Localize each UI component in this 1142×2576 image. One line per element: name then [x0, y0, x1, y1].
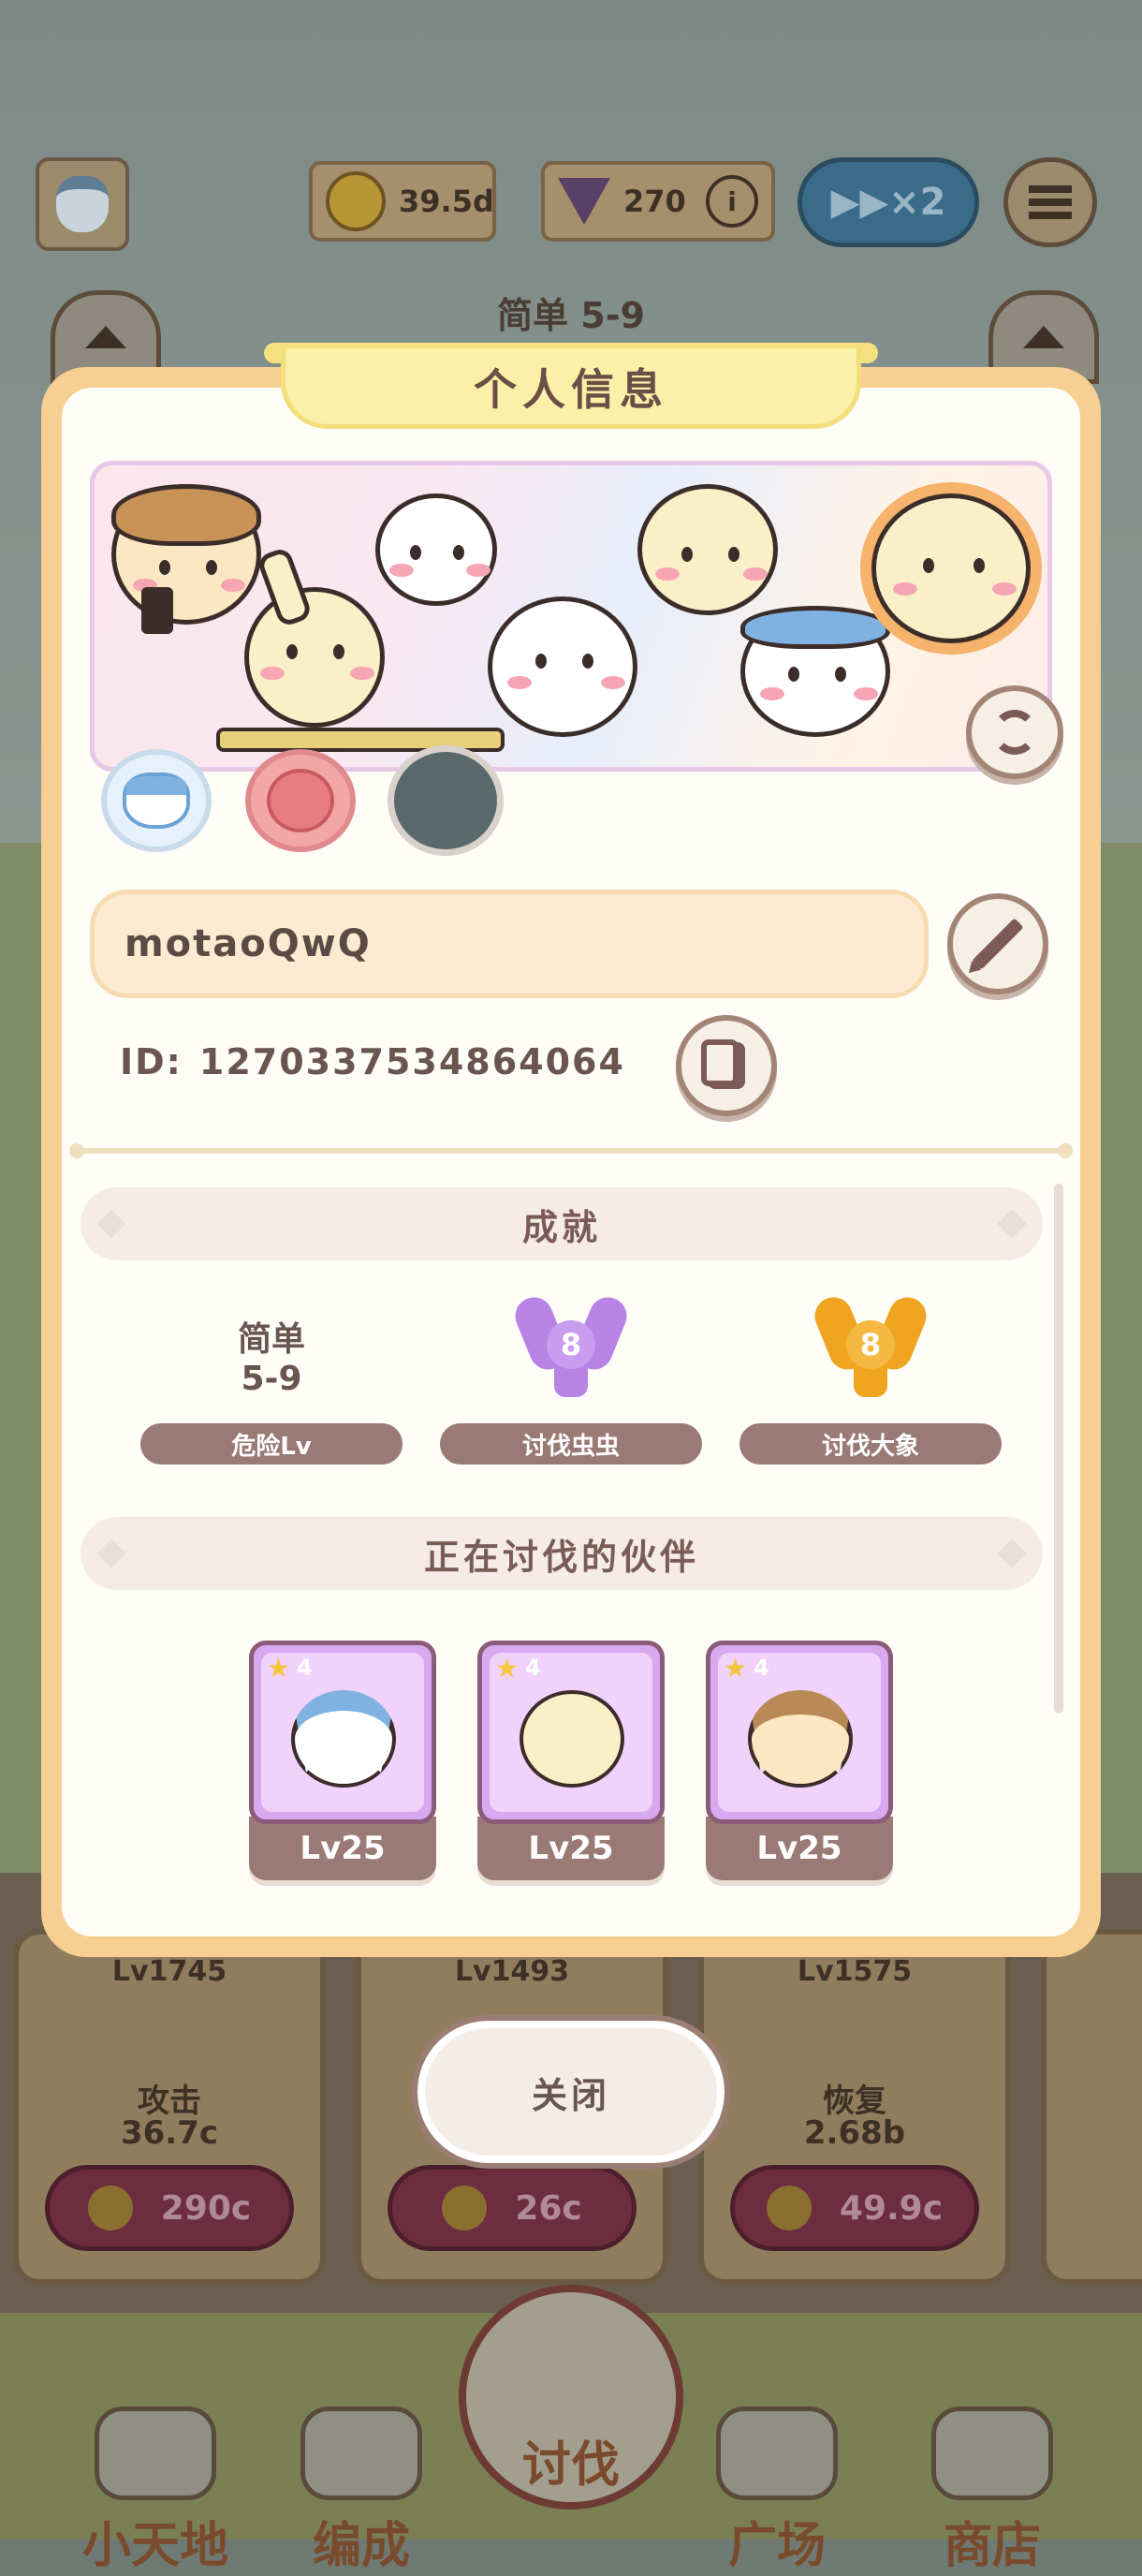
partner-card[interactable]: ★ 4 Lv25	[706, 1641, 893, 1880]
coin-icon	[766, 2186, 812, 2230]
hamster-character	[111, 484, 261, 625]
arrow-up-icon	[1023, 326, 1064, 348]
nav-battle-label: 讨伐	[521, 2437, 620, 2494]
cat-character-icon	[291, 1690, 396, 1788]
achievement-bug-hunt: 8	[440, 1288, 702, 1401]
gem-icon	[558, 178, 610, 225]
upgrade-level: Lv1493	[454, 1955, 570, 1988]
house-icon	[95, 2407, 216, 2500]
coin-icon	[87, 2186, 133, 2230]
gem-counter: 270 i	[541, 161, 775, 242]
badge-empty-slot[interactable]	[388, 745, 504, 856]
upgrade-cost-button[interactable]: 290c	[45, 2165, 294, 2251]
badge-cat[interactable]	[101, 749, 212, 852]
edit-name-button[interactable]	[947, 893, 1048, 994]
octopus-badge-icon	[267, 769, 334, 832]
diamond-ornament	[96, 1209, 126, 1239]
id-value: 1270337534864064	[198, 1041, 625, 1082]
upgrade-card-attack[interactable]: Lv1745 攻击 36.7c 290c	[13, 1929, 326, 2285]
signpost-icon	[716, 2407, 838, 2500]
coin-amount: 39.5d	[399, 184, 494, 219]
badge-octopus[interactable]	[245, 749, 356, 852]
upgrade-value: 2.68b	[803, 2114, 906, 2152]
nav-plaza[interactable]: 广场	[674, 2407, 880, 2576]
cat-badge-icon	[123, 773, 190, 829]
nav-team[interactable]: 编成	[258, 2407, 464, 2576]
achievement-label: 危险Lv	[140, 1423, 403, 1465]
coin-counter: 39.5d	[309, 161, 496, 242]
partner-portrait: ★ 4	[249, 1641, 436, 1824]
achievement-label: 讨伐大象	[739, 1423, 1002, 1465]
rabbit-character	[244, 587, 385, 728]
achievement-label: 讨伐虫虫	[440, 1423, 702, 1465]
partner-card[interactable]: ★ 4 Lv25	[477, 1641, 665, 1880]
info-icon[interactable]: i	[706, 175, 758, 228]
section-divider	[69, 1143, 1073, 1158]
upgrade-cost: 26c	[515, 2188, 582, 2228]
white-bunny-character	[375, 493, 497, 606]
partners-header: 正在讨伐的伙伴	[81, 1517, 1043, 1590]
id-label: ID:	[120, 1041, 183, 1082]
gem-amount: 270	[623, 184, 686, 219]
partner-portrait: ★ 4	[706, 1641, 893, 1824]
upgrade-cost: 49.9c	[839, 2188, 944, 2228]
partner-portrait: ★ 4	[477, 1641, 665, 1824]
menu-button[interactable]	[1003, 157, 1097, 247]
upgrade-cost-button[interactable]: 26c	[388, 2165, 637, 2251]
nav-home[interactable]: 小天地	[52, 2407, 258, 2576]
upgrade-cost: 290c	[160, 2188, 252, 2228]
player-name-field[interactable]: motaoQwQ	[90, 890, 929, 998]
diamond-ornament	[997, 1209, 1027, 1239]
partner-card[interactable]: ★ 4 Lv25	[249, 1641, 436, 1880]
hachiware-character	[740, 606, 890, 737]
partner-level: Lv25	[477, 1817, 665, 1880]
star-icon: ★	[495, 1653, 520, 1684]
upgrade-level: Lv1575	[797, 1955, 913, 1988]
copy-icon	[701, 1039, 745, 1089]
shop-icon	[931, 2407, 1053, 2500]
coin-icon	[442, 2186, 488, 2230]
copy-id-button[interactable]	[676, 1015, 777, 1116]
refresh-banner-button[interactable]	[966, 685, 1063, 779]
partner-level: Lv25	[249, 1817, 436, 1880]
chiikawa-character	[488, 596, 637, 737]
refresh-icon	[992, 710, 1037, 755]
cat-avatar-icon	[56, 176, 109, 232]
team-icon	[300, 2407, 422, 2500]
player-id-row: ID: 1270337534864064	[120, 1041, 625, 1082]
can-icon	[141, 587, 173, 634]
arrow-up-icon	[85, 326, 126, 348]
star-icon: ★	[724, 1653, 748, 1684]
rabbit-character-icon	[520, 1690, 624, 1788]
upgrade-level: Lv1745	[111, 1955, 227, 1988]
upgrade-card-partial	[1041, 1929, 1142, 2285]
menu-icon	[1029, 185, 1072, 219]
trophy-purple-icon: 8	[509, 1288, 633, 1401]
partner-level: Lv25	[706, 1817, 893, 1880]
shisa-character	[871, 493, 1031, 643]
dialog-title: 个人信息	[281, 348, 861, 429]
diamond-ornament	[997, 1538, 1027, 1568]
coin-icon	[326, 171, 386, 231]
profile-avatar-button[interactable]	[36, 157, 129, 251]
nav-shop[interactable]: 商店	[889, 2407, 1095, 2576]
dialog-scrollbar[interactable]	[1054, 1184, 1063, 1714]
upgrade-value: 36.7c	[120, 2114, 219, 2152]
achievements-header: 成就	[81, 1187, 1043, 1260]
pencil-icon	[972, 918, 1024, 970]
hamster-character-icon	[748, 1690, 853, 1788]
profile-banner	[90, 461, 1052, 772]
star-icon: ★	[267, 1653, 291, 1684]
trophy-gold-icon: 8	[809, 1288, 932, 1401]
stage-label: 简单 5-9	[497, 295, 645, 336]
upgrade-card-recover[interactable]: Lv1575 恢复 2.68b 49.9c	[698, 1929, 1011, 2285]
nav-battle[interactable]: 讨伐	[449, 2285, 693, 2539]
close-button[interactable]: 关闭	[412, 2015, 730, 2169]
diamond-ornament	[96, 1538, 126, 1568]
achievement-elephant-hunt: 8	[739, 1288, 1002, 1401]
achievement-danger-level: 简单 5-9	[237, 1320, 305, 1398]
speed-toggle-button[interactable]: ▶▶×2	[798, 157, 979, 247]
spiky-character	[637, 484, 778, 615]
upgrade-cost-button[interactable]: 49.9c	[730, 2165, 979, 2251]
